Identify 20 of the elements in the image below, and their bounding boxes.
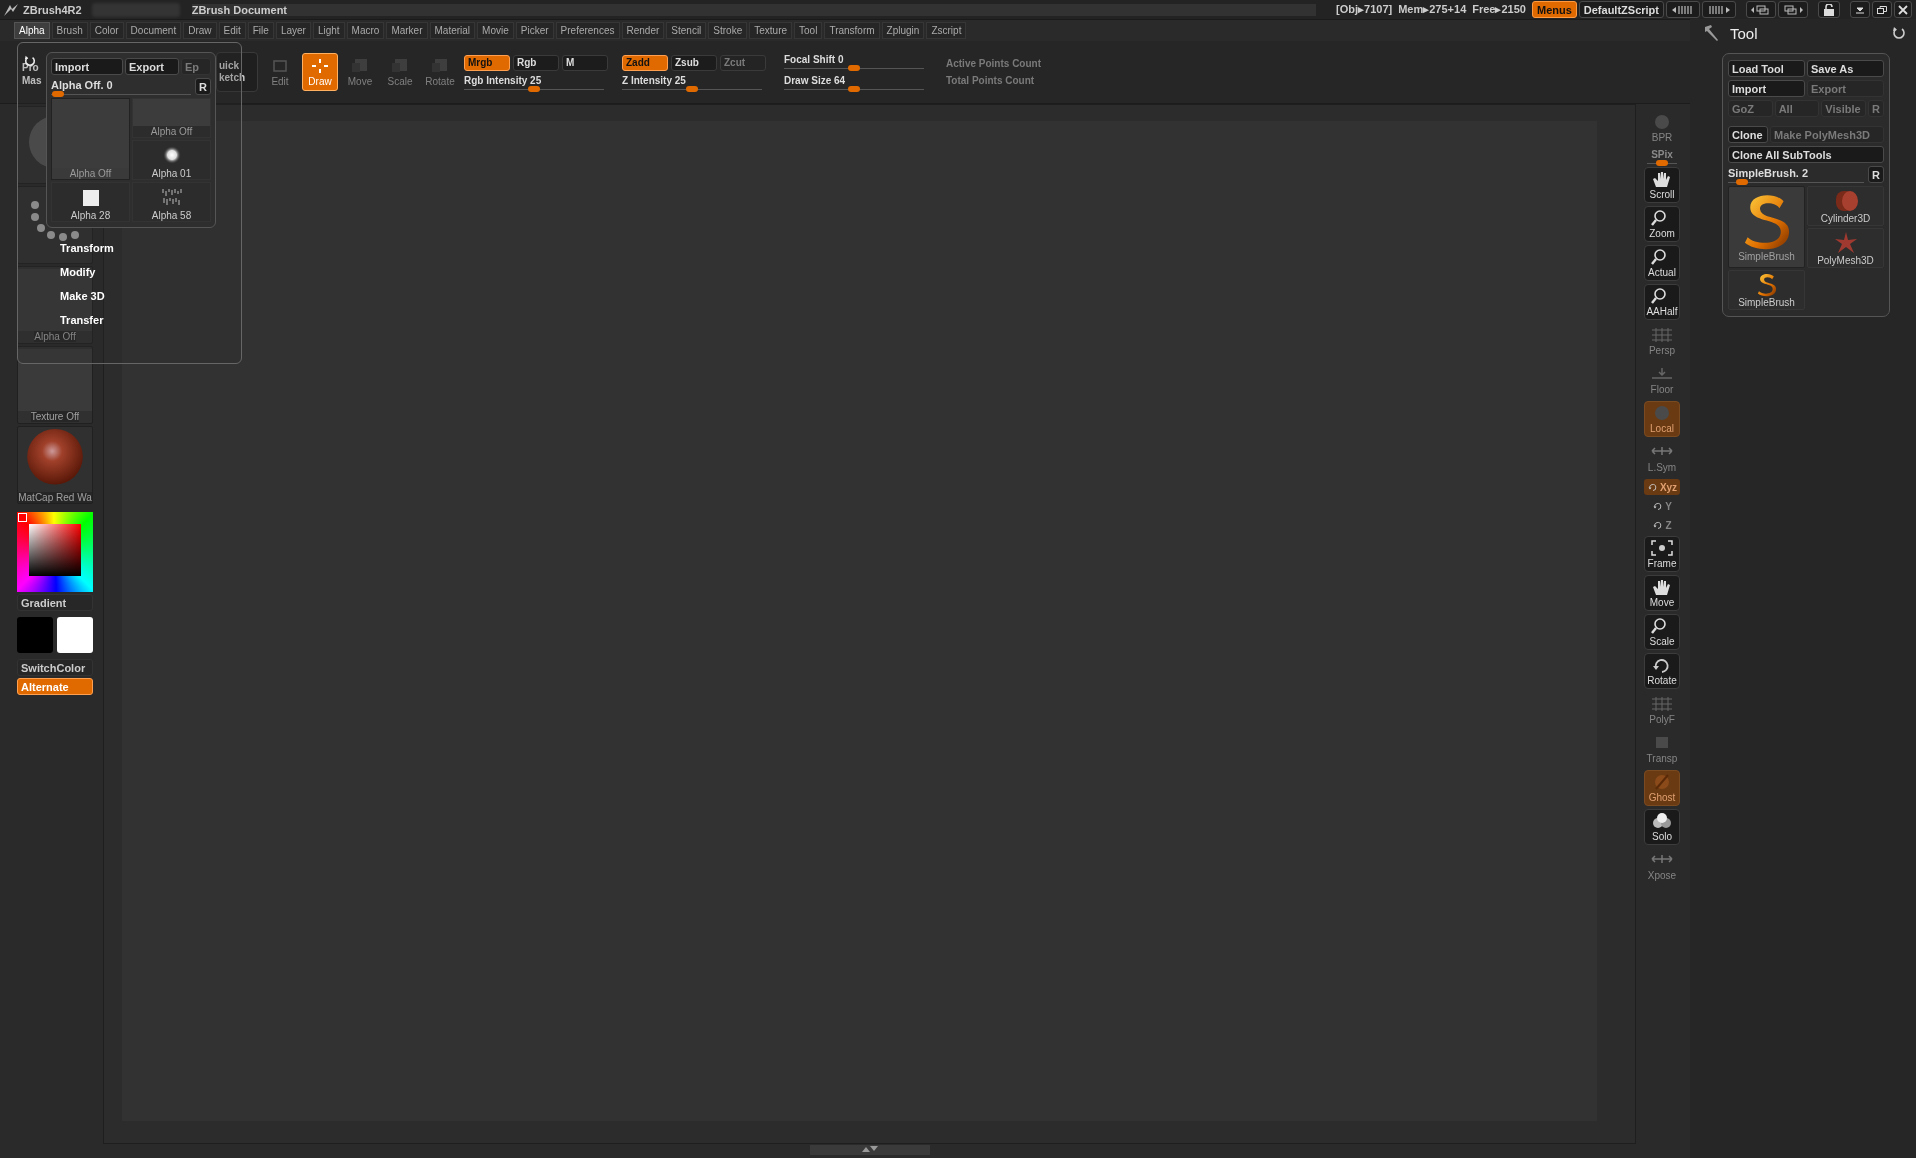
tool-label: PolyMesh3D — [1817, 254, 1874, 266]
panel-title: Tool — [1730, 24, 1758, 42]
points-count-label: Active Points Count — [946, 58, 1041, 69]
alpha-label: Alpha 28 — [70, 210, 111, 221]
memory-stat: Mem▸275+14 — [1398, 3, 1467, 16]
document-title: ZBrush Document — [191, 3, 1317, 16]
memory-stat: Free▸2150 — [1472, 3, 1526, 16]
alpha-label: Alpha 58 — [151, 210, 192, 221]
points-count-label: Total Points Count — [946, 75, 1036, 86]
app-name: ZBrush4R2 — [23, 3, 82, 16]
memory-stat: [Obj▸7107] — [1336, 3, 1393, 16]
alpha-label: Alpha Off — [150, 126, 193, 137]
alpha-label: Alpha Off — [69, 168, 112, 179]
tool-label: SimpleBrush — [1738, 296, 1795, 308]
alpha-label: Alpha 01 — [151, 168, 192, 179]
tool-label: SimpleBrush — [1738, 250, 1795, 262]
tool-label: Cylinder3D — [1820, 212, 1871, 224]
thumbnail-label: Alpha Off — [34, 330, 76, 342]
thumbnail-label: Texture Off — [30, 410, 80, 422]
thumbnail-label: MatCap Red Wa — [18, 492, 92, 503]
